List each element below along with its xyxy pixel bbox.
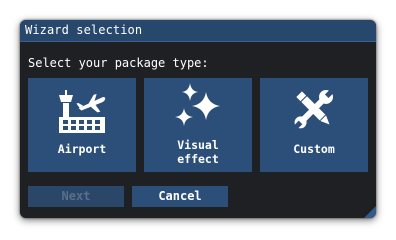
option-custom-tile[interactable]: Custom [260, 78, 368, 172]
title-bar[interactable]: Wizard selection [20, 20, 376, 42]
sparkles-icon [175, 83, 220, 126]
next-button[interactable]: Next [28, 186, 124, 207]
option-visual-effect-tile[interactable]: Visual effect [144, 78, 252, 172]
package-type-prompt: Select your package type: [28, 56, 209, 70]
option-custom-label: Custom [293, 142, 335, 156]
resize-grip[interactable] [364, 206, 376, 218]
wizard-dialog: Wizard selection Select your package typ… [20, 20, 376, 218]
option-airport-tile[interactable]: Airport [28, 78, 136, 172]
airport-icon [59, 90, 106, 133]
cancel-button[interactable]: Cancel [132, 186, 228, 207]
option-airport-label: Airport [57, 142, 107, 156]
option-visual-effect-label: Visual effect [177, 138, 219, 166]
dialog-title: Wizard selection [25, 23, 143, 37]
tools-icon [293, 89, 334, 130]
